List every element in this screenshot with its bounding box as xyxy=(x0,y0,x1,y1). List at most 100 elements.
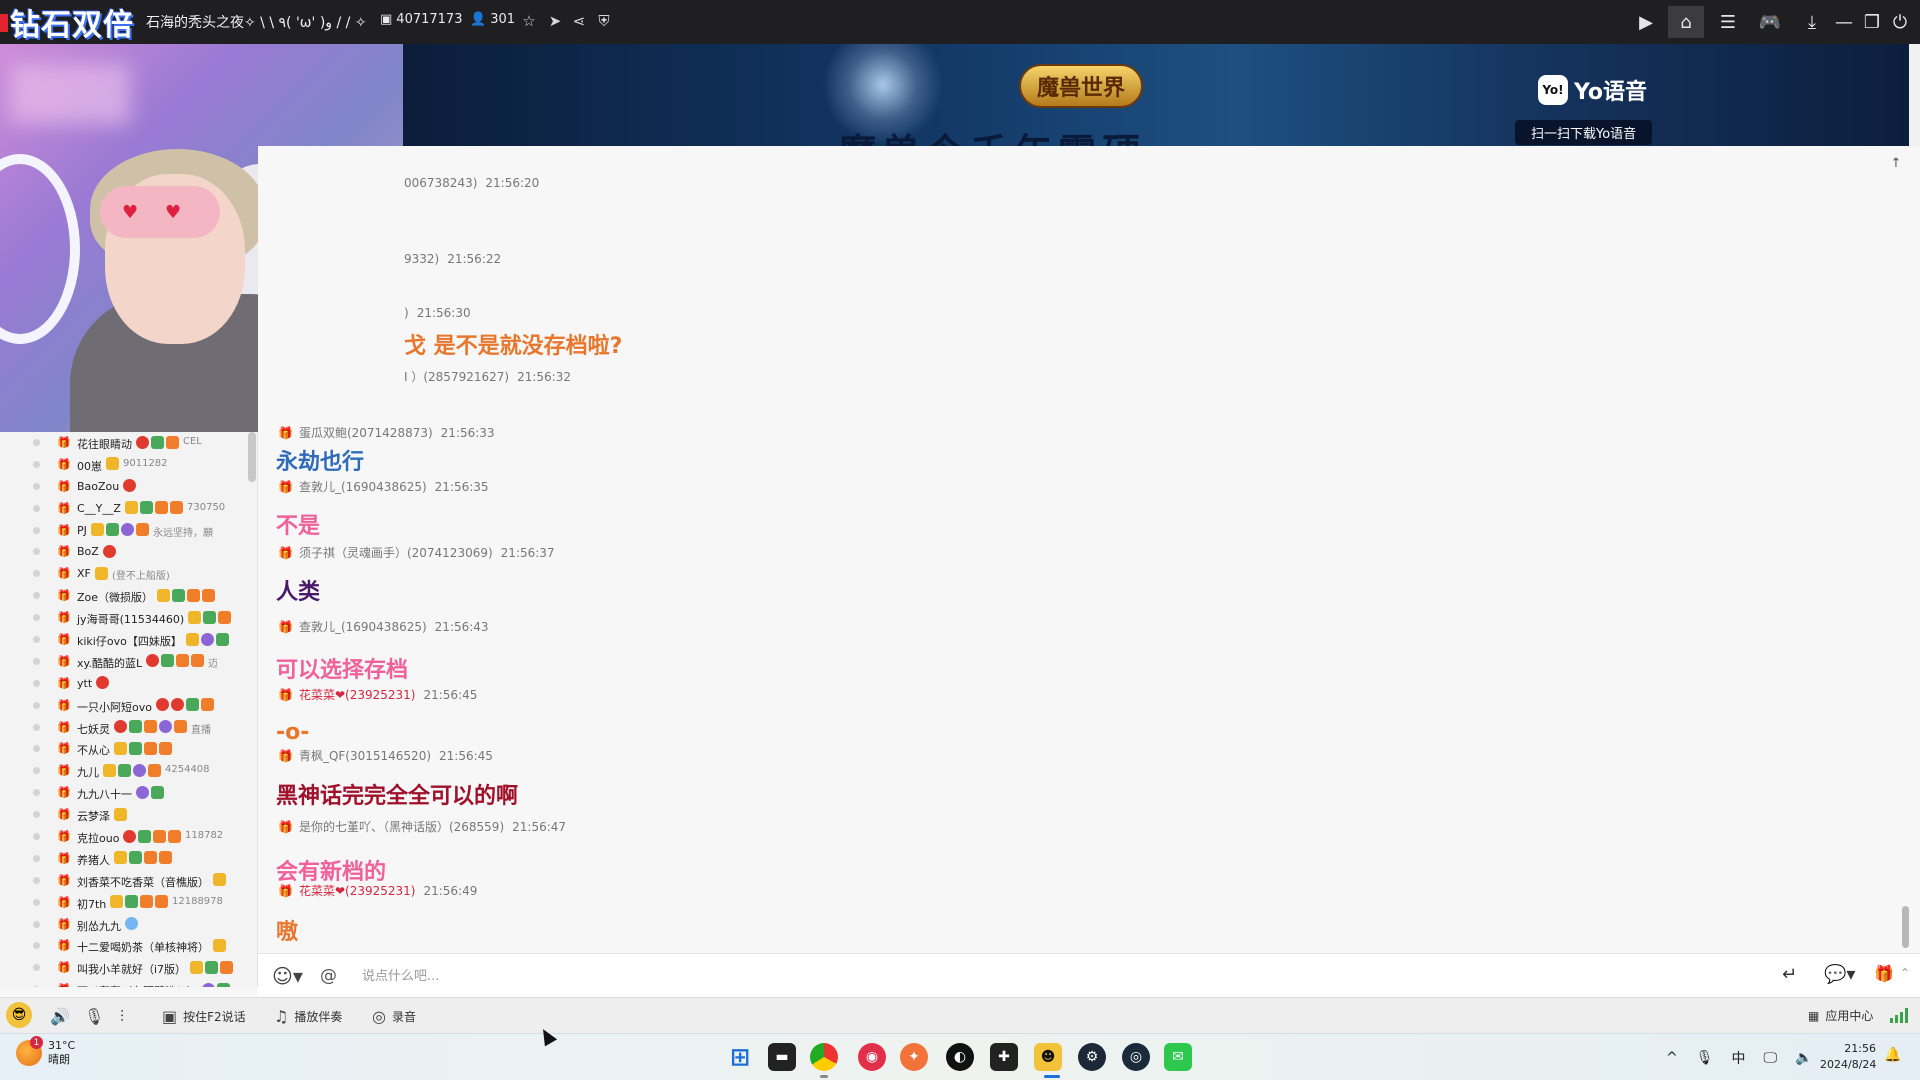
play-music-button[interactable]: ♫ 播放伴奏 xyxy=(274,1007,342,1026)
chevron-up-icon[interactable]: ^ xyxy=(1666,1050,1678,1066)
member-row[interactable]: 🎁 C__Y__Z 730750 xyxy=(0,498,257,520)
chat-username[interactable]: 花菜菜❤(23925231) xyxy=(299,686,416,703)
share-icon[interactable]: ⋖ xyxy=(568,10,590,32)
netease-music-icon[interactable]: ◉ xyxy=(858,1043,886,1071)
member-row[interactable]: 🎁 九儿 4254408 xyxy=(0,760,257,782)
scroll-top-icon[interactable]: ↑ xyxy=(1887,156,1905,174)
app-center-button[interactable]: ▦ 应用中心 xyxy=(1808,1007,1873,1024)
member-row[interactable]: 🎁 BaoZou xyxy=(0,476,257,498)
member-row[interactable]: 🎁 PJ 永远坚持，願 xyxy=(0,520,257,542)
chat-username[interactable]: I ）(2857921627) xyxy=(404,368,509,385)
chat-username[interactable]: ) xyxy=(404,306,409,320)
chat-input[interactable] xyxy=(362,962,1362,990)
windows-start-icon[interactable]: ⊞ xyxy=(726,1043,754,1071)
notification-bell-icon[interactable]: 🔔 xyxy=(1884,1047,1901,1063)
chat-username[interactable]: 是你的七堇吖、（黑神话版）(268559) xyxy=(299,818,504,835)
member-row[interactable]: 🎁 叫我小羊就好（i7版） xyxy=(0,957,257,979)
member-row[interactable]: 🎁 十二爱喝奶茶（单核神将） xyxy=(0,935,257,957)
member-row[interactable]: 🎁 养猪人 xyxy=(0,848,257,870)
member-row[interactable]: 🎁 jy海哥哥(11534460) xyxy=(0,607,257,629)
shield-icon[interactable]: ⛨ xyxy=(593,10,615,32)
app-icon[interactable]: ◎ xyxy=(1122,1043,1150,1071)
power-icon[interactable]: ⏻ xyxy=(1882,6,1918,38)
member-row[interactable]: 🎁 xy.酷酷的蓝L 迈 xyxy=(0,651,257,673)
gamepad-icon[interactable]: 🎮 xyxy=(1752,6,1788,38)
ad-banner[interactable]: 魔兽世界 魔兽今千年霸硬 Yo! Yo语音 扫一扫下载Yo语音 xyxy=(403,44,1909,146)
record-button[interactable]: ◎ 录音 xyxy=(372,1007,416,1026)
member-row[interactable]: 🎁 kiki仔ovo【四妹版】 xyxy=(0,629,257,651)
browser-app-icon[interactable]: ✦ xyxy=(900,1043,928,1071)
member-row[interactable]: 🎁 九九八十一 xyxy=(0,782,257,804)
microphone-icon[interactable]: 🎙 xyxy=(84,1007,104,1026)
viewer-count-value: 301 xyxy=(490,12,516,27)
member-row[interactable]: 🎁 XF (登不上船版) xyxy=(0,563,257,585)
speaker-icon[interactable]: 🔊 xyxy=(50,1007,70,1026)
member-name: 不从心 xyxy=(77,744,110,758)
chat-scrollbar[interactable] xyxy=(1902,906,1909,948)
gift-icon: 🎁 xyxy=(57,764,71,778)
screen-record-icon[interactable]: ▶ xyxy=(1628,6,1664,38)
clock[interactable]: 21:56 2024/8/24 xyxy=(1820,1041,1876,1073)
banner-scrollbar[interactable] xyxy=(1909,44,1920,146)
chat-username[interactable]: 查敦儿_(1690438625) xyxy=(299,618,427,635)
send-icon[interactable]: ↵ xyxy=(1782,964,1797,985)
member-row[interactable]: 🎁 刘香菜不吃香菜（音樵版） xyxy=(0,870,257,892)
network-icon[interactable]: 🖵 xyxy=(1764,1050,1778,1066)
microphone-icon[interactable]: 🎙 xyxy=(1696,1050,1714,1066)
ime-indicator[interactable]: 中 xyxy=(1732,1048,1746,1068)
badge-icon xyxy=(187,588,200,602)
file-explorer-icon[interactable]: ▬ xyxy=(768,1043,796,1071)
member-row[interactable]: 🎁 花往眼睛动 CEL xyxy=(0,432,257,454)
member-row[interactable]: 🎁 初7th 12188978 xyxy=(0,892,257,914)
member-row[interactable]: 🎁 克拉ouo 118782 xyxy=(0,826,257,848)
game-app-icon[interactable]: ✚ xyxy=(990,1043,1018,1071)
member-row[interactable]: 🎁 不从心 xyxy=(0,738,257,760)
mixer-icon[interactable]: ⫶ xyxy=(120,1007,124,1027)
member-row[interactable]: 🎁 七妖灵 直播 xyxy=(0,717,257,739)
star-icon[interactable]: ☆ xyxy=(518,10,540,32)
member-badges xyxy=(112,807,127,821)
member-row[interactable]: 🎁 云梦泽 xyxy=(0,804,257,826)
gift-icon[interactable]: 🎁 xyxy=(1874,964,1894,983)
badge-icon xyxy=(144,851,157,865)
emoji-icon[interactable]: ☺▾ xyxy=(272,964,303,988)
layout-icon[interactable]: ☰ xyxy=(1710,6,1746,38)
push-to-talk-button[interactable]: ▣ 按住F2说话 xyxy=(162,1007,246,1026)
badge-icon xyxy=(159,720,172,734)
member-row[interactable]: 🎁 ytt xyxy=(0,673,257,695)
home-icon[interactable]: ⌂ xyxy=(1668,6,1704,38)
chat-username[interactable]: 查敦儿_(1690438625) xyxy=(299,478,427,495)
download-icon[interactable]: ⤓ xyxy=(1794,6,1830,38)
chat-username[interactable]: 花菜菜❤(23925231) xyxy=(299,882,416,899)
member-row[interactable]: 🎁 别怂九九 xyxy=(0,914,257,936)
member-row[interactable]: 🎁 00崽 9011282 xyxy=(0,454,257,476)
chat-username[interactable]: 9332) xyxy=(404,252,439,266)
member-badges xyxy=(112,741,172,755)
member-row[interactable]: 🎁 可以轰轰（在隔壁哟！） xyxy=(0,979,257,987)
chat-username[interactable]: 006738243) xyxy=(404,176,477,190)
member-row[interactable]: 🎁 一只小阿短ovo xyxy=(0,695,257,717)
weather-widget[interactable]: 1 31°C 晴朗 xyxy=(16,1036,75,1067)
volume-icon[interactable]: 🔈 xyxy=(1795,1050,1812,1066)
yy-app-icon[interactable]: ☻ xyxy=(1034,1043,1062,1071)
badge-icon xyxy=(166,435,179,449)
chat-username[interactable]: 须子祺（灵魂画手）(2074123069) xyxy=(299,544,493,561)
chevron-up-icon[interactable]: ⌃ xyxy=(1900,966,1910,980)
steam-icon[interactable]: ⚙ xyxy=(1078,1043,1106,1071)
chat-username[interactable]: 青枫_QF(3015146520) xyxy=(299,747,431,764)
member-row[interactable]: 🎁 BoZ xyxy=(0,541,257,563)
status-dot xyxy=(33,701,40,709)
share-arrow-icon[interactable]: ➤ xyxy=(544,10,566,32)
top-bar: 钻石双倍 石海的秃头之夜✧ \ \ ٩( 'ω' )و / / ✧ ▣ 4071… xyxy=(0,0,1920,44)
user-icon: 👤 xyxy=(470,12,487,27)
obs-icon[interactable]: ◐ xyxy=(946,1043,974,1071)
member-list-scrollbar[interactable] xyxy=(248,432,256,482)
chat-message-meta: 🎁 查敦儿_(1690438625) 21:56:35 xyxy=(278,478,489,495)
member-row[interactable]: 🎁 Zoe（微损版） xyxy=(0,585,257,607)
mention-icon[interactable]: @ xyxy=(320,966,337,986)
chat-username[interactable]: 蛋瓜双鲍(2071428873) xyxy=(299,424,433,441)
chat-bubble-icon[interactable]: 💬▾ xyxy=(1824,964,1855,985)
avatar[interactable]: 😎 xyxy=(6,1002,32,1028)
wechat-icon[interactable]: ✉ xyxy=(1164,1043,1192,1071)
chrome-icon[interactable] xyxy=(810,1043,838,1071)
